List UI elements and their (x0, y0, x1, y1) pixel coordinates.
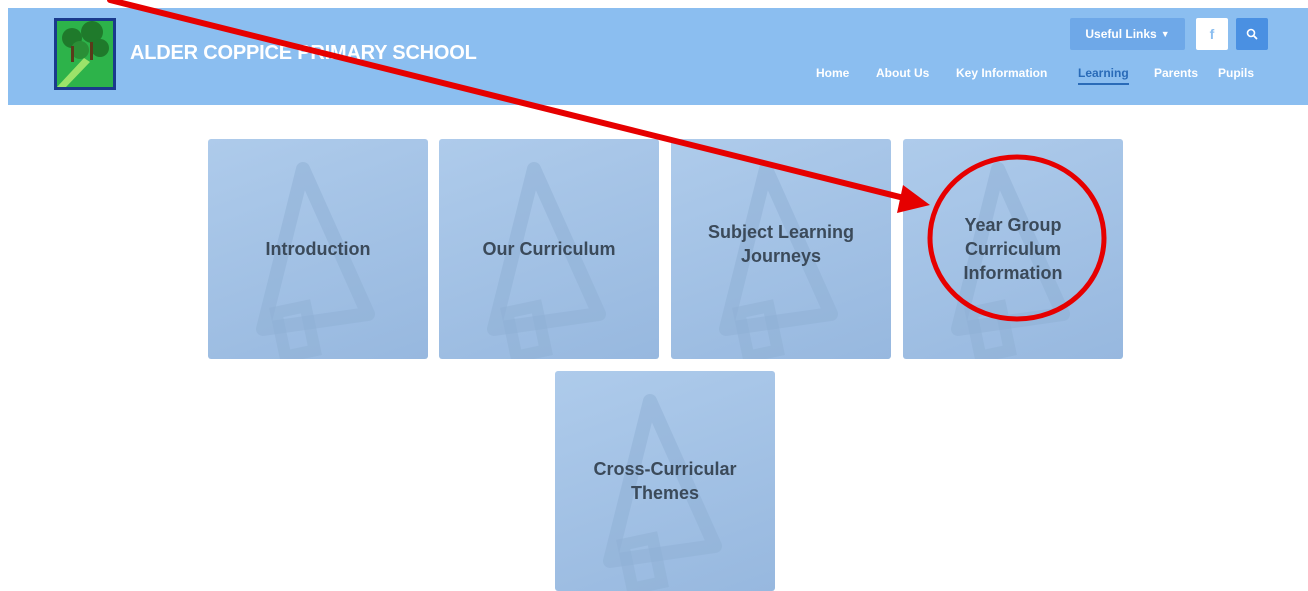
nav-pupils[interactable]: Pupils (1218, 66, 1254, 86)
tile-label: Year Group Curriculum Information (963, 215, 1063, 283)
tile-subject-learning-journeys[interactable]: Subject Learning Journeys (671, 139, 891, 359)
search-button[interactable] (1236, 18, 1268, 50)
site-header: ALDER COPPICE PRIMARY SCHOOL Useful Link… (8, 8, 1308, 105)
nav-about-us[interactable]: About Us (876, 66, 929, 86)
tile-our-curriculum[interactable]: Our Curriculum (439, 139, 659, 359)
tile-label: Subject Learning Journeys (707, 222, 855, 266)
tile-year-group-curriculum-information[interactable]: Year Group Curriculum Information (903, 139, 1123, 359)
useful-links-label: Useful Links (1085, 27, 1157, 41)
school-logo[interactable] (54, 18, 116, 90)
useful-links-dropdown[interactable]: Useful Links ▼ (1070, 18, 1185, 50)
tile-label: Our Curriculum (482, 239, 616, 259)
nav-key-information[interactable]: Key Information (956, 66, 1047, 86)
facebook-icon: f (1209, 26, 1215, 42)
site-title[interactable]: ALDER COPPICE PRIMARY SCHOOL (130, 42, 477, 65)
tile-label: Cross-Curricular Themes (593, 459, 737, 503)
tile-label: Introduction (265, 239, 371, 259)
nav-parents[interactable]: Parents (1154, 66, 1198, 86)
tile-introduction[interactable]: Introduction (208, 139, 428, 359)
tile-cross-curricular-themes[interactable]: Cross-Curricular Themes (555, 371, 775, 591)
facebook-button[interactable]: f (1196, 18, 1228, 50)
search-icon (1246, 28, 1258, 40)
nav-learning[interactable]: Learning (1078, 66, 1129, 86)
chevron-down-icon: ▼ (1160, 29, 1170, 39)
nav-home[interactable]: Home (816, 66, 849, 86)
